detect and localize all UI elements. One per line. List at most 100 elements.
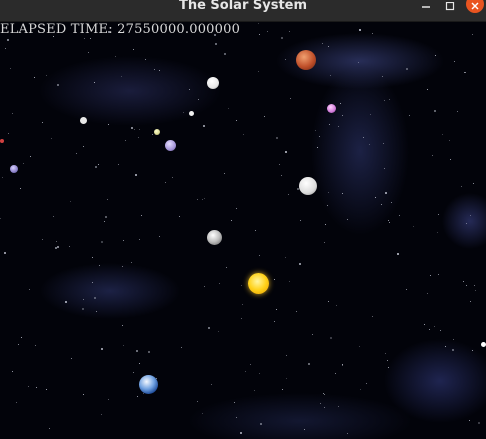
star [475,290,476,291]
star [274,321,275,322]
star [317,147,318,148]
star [236,120,237,121]
star [131,262,132,263]
star [308,363,310,365]
planet-tiny-2[interactable] [189,111,194,116]
star [322,43,323,44]
star [338,406,339,407]
star [384,100,385,101]
planet-lavender[interactable] [165,140,176,151]
star [286,355,287,356]
star [108,399,109,400]
star [372,33,373,34]
planet-earth[interactable] [139,375,158,394]
star [16,402,17,403]
star [383,143,384,144]
star [57,246,59,248]
star [329,124,330,125]
close-button[interactable] [466,0,484,13]
star [211,384,212,385]
star [281,175,282,176]
star [245,371,246,372]
star [219,283,220,284]
star [327,205,328,206]
star [8,133,9,134]
star [243,134,244,135]
star [34,77,35,78]
star [139,239,140,240]
space-viewport[interactable]: ELAPSED TIME: 27550000.000000 [0,21,486,439]
star [285,151,287,153]
planet-lavender-small[interactable] [10,165,18,173]
star [259,255,260,256]
star [208,327,210,329]
star [4,252,6,254]
star [12,113,13,114]
star [430,275,431,276]
star [215,43,217,45]
star [108,124,109,125]
star [95,166,97,168]
star [204,286,205,287]
star [159,236,160,237]
star [288,194,289,195]
window-titlebar[interactable]: The Solar System [0,0,486,22]
minimize-button[interactable] [414,0,438,14]
planet-tiny-red[interactable] [0,139,4,143]
star [320,403,321,404]
star [434,326,435,327]
star [145,59,146,60]
star [202,413,203,414]
star [470,215,471,216]
star [281,37,283,39]
star [267,31,268,32]
planet-yellow-small[interactable] [154,129,160,135]
planet-pink[interactable] [327,104,336,113]
star [250,364,251,365]
star [442,134,443,135]
star [347,433,348,434]
star [139,129,140,130]
star [122,325,123,326]
window-controls [414,0,486,21]
star [388,367,389,368]
star [406,68,408,70]
minimize-icon [421,2,431,12]
star [258,71,259,72]
star [289,31,290,32]
planet-mars[interactable] [296,50,316,70]
star [179,216,180,217]
planet-tiny[interactable] [80,117,87,124]
planet-white[interactable] [299,177,317,195]
star [342,115,343,116]
star [466,285,467,286]
planet-white-small[interactable] [207,77,219,89]
planet-tiny-3[interactable] [481,342,486,347]
star [279,164,280,165]
star [260,423,262,425]
star [82,308,84,310]
maximize-button[interactable] [438,0,462,14]
star [105,216,107,218]
star [42,122,43,123]
star [133,49,134,50]
sun[interactable] [248,273,269,294]
star [83,394,84,395]
star [464,72,465,73]
star [342,193,343,194]
star [76,153,77,154]
star [46,389,47,390]
star [324,242,325,243]
planet-mercury[interactable] [207,230,222,245]
star [363,137,364,138]
star [203,125,205,127]
star [335,373,336,374]
star [101,241,103,243]
star [255,230,256,231]
star [18,344,19,345]
star [358,62,359,63]
star [135,174,137,176]
star [23,163,24,164]
star [148,351,150,353]
star [123,240,124,241]
